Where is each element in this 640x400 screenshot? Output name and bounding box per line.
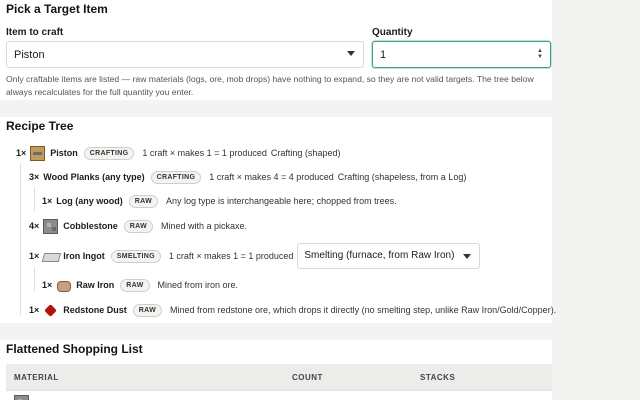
cobblestone-icon [14, 395, 29, 400]
node-badge: RAW [123, 219, 154, 233]
tree-node-iron-ingot: 1× Iron Ingot SMELTING 1 craft × makes 1… [29, 243, 481, 269]
node-name: Cobblestone [63, 221, 118, 231]
node-method: Crafting (shaped) [270, 148, 341, 158]
node-qty: 1× [16, 148, 27, 158]
quantity-input[interactable]: 1 ▲ ▼ [372, 41, 551, 68]
shopping-list-heading: Flattened Shopping List [6, 342, 143, 356]
target-hint: Only craftable items are listed — raw ma… [6, 74, 534, 97]
node-name: Piston [50, 148, 78, 158]
tree-branch-line [34, 267, 35, 291]
node-qty: 1× [29, 305, 40, 315]
tree-node-piston: 1× Piston CRAFTING 1 craft × makes 1 = 1… [16, 144, 344, 162]
chevron-down-icon [347, 51, 355, 56]
table-row [6, 390, 552, 400]
node-name: Wood Planks (any type) [43, 172, 145, 182]
node-badge: CRAFTING [150, 170, 202, 184]
column-stacks: STACKS [420, 373, 456, 382]
node-name: Raw Iron [76, 280, 115, 290]
node-qty: 1× [29, 251, 40, 261]
node-name: Redstone Dust [63, 305, 127, 315]
column-material: MATERIAL [14, 373, 59, 382]
piston-icon [30, 145, 46, 161]
node-desc: Mined from redstone ore, which drops it … [170, 305, 557, 315]
recipe-method-select[interactable]: Smelting (furnace, from Raw Iron) [297, 243, 481, 269]
column-count: COUNT [292, 373, 323, 382]
item-select[interactable]: Piston [6, 41, 364, 68]
recipe-tree-heading: Recipe Tree [6, 119, 74, 133]
tree-branch-line [34, 187, 35, 211]
tree-branch-line [20, 163, 21, 315]
shopping-table-header: MATERIAL COUNT STACKS [6, 364, 552, 390]
node-name: Log (any wood) [56, 196, 123, 206]
node-desc: 1 craft × makes 1 = 1 produced [142, 148, 267, 158]
node-qty: 1× [42, 196, 53, 206]
tree-node-wood-planks: 3× Wood Planks (any type) CRAFTING 1 cra… [29, 168, 470, 186]
redstone-icon [43, 303, 58, 318]
tree-node-log: 1× Log (any wood) RAW Any log type is in… [42, 192, 401, 210]
node-badge: CRAFTING [83, 146, 135, 160]
node-qty: 4× [29, 221, 40, 231]
node-name: Iron Ingot [63, 251, 105, 261]
node-desc: Any log type is interchangeable here; ch… [166, 196, 397, 206]
node-qty: 1× [42, 280, 53, 290]
node-desc: 1 craft × makes 4 = 4 produced [209, 172, 334, 182]
recipe-method-value: Smelting (furnace, from Raw Iron) [304, 250, 455, 261]
node-desc: Mined with a pickaxe. [161, 221, 248, 231]
tree-node-cobblestone: 4× Cobblestone RAW Mined with a pickaxe. [29, 217, 251, 235]
cobblestone-icon [43, 218, 59, 234]
node-qty: 3× [29, 172, 40, 182]
node-badge: SMELTING [110, 249, 161, 263]
node-badge: RAW [128, 194, 158, 208]
tree-node-redstone: 1× Redstone Dust RAW Mined from redstone… [29, 301, 560, 319]
quantity-value: 1 [380, 49, 387, 61]
shopping-list-card: Flattened Shopping List MATERIAL COUNT S… [0, 340, 552, 400]
recipe-tree: 1× Piston CRAFTING 1 craft × makes 1 = 1… [6, 141, 556, 319]
node-method: Crafting (shapeless, from a Log) [337, 172, 467, 182]
node-desc: Mined from iron ore. [157, 280, 239, 290]
item-select-value: Piston [14, 49, 45, 61]
tree-node-raw-iron: 1× Raw Iron RAW Mined from iron ore. [42, 276, 242, 294]
iron-ingot-icon [43, 249, 58, 264]
quantity-label: Quantity [372, 27, 413, 38]
raw-iron-icon [56, 278, 72, 293]
recipe-tree-card: Recipe Tree 1× Piston CRAFTING 1 craft ×… [0, 117, 556, 323]
node-badge: RAW [120, 278, 150, 292]
target-card: Pick a Target Item Item to craft Piston … [0, 0, 552, 100]
stepper-icon[interactable]: ▲ ▼ [537, 48, 543, 60]
node-badge: RAW [132, 303, 163, 317]
chevron-down-icon [463, 254, 472, 259]
item-label: Item to craft [6, 27, 64, 38]
target-heading: Pick a Target Item [6, 2, 108, 16]
node-desc: 1 craft × makes 1 = 1 produced [168, 251, 294, 261]
